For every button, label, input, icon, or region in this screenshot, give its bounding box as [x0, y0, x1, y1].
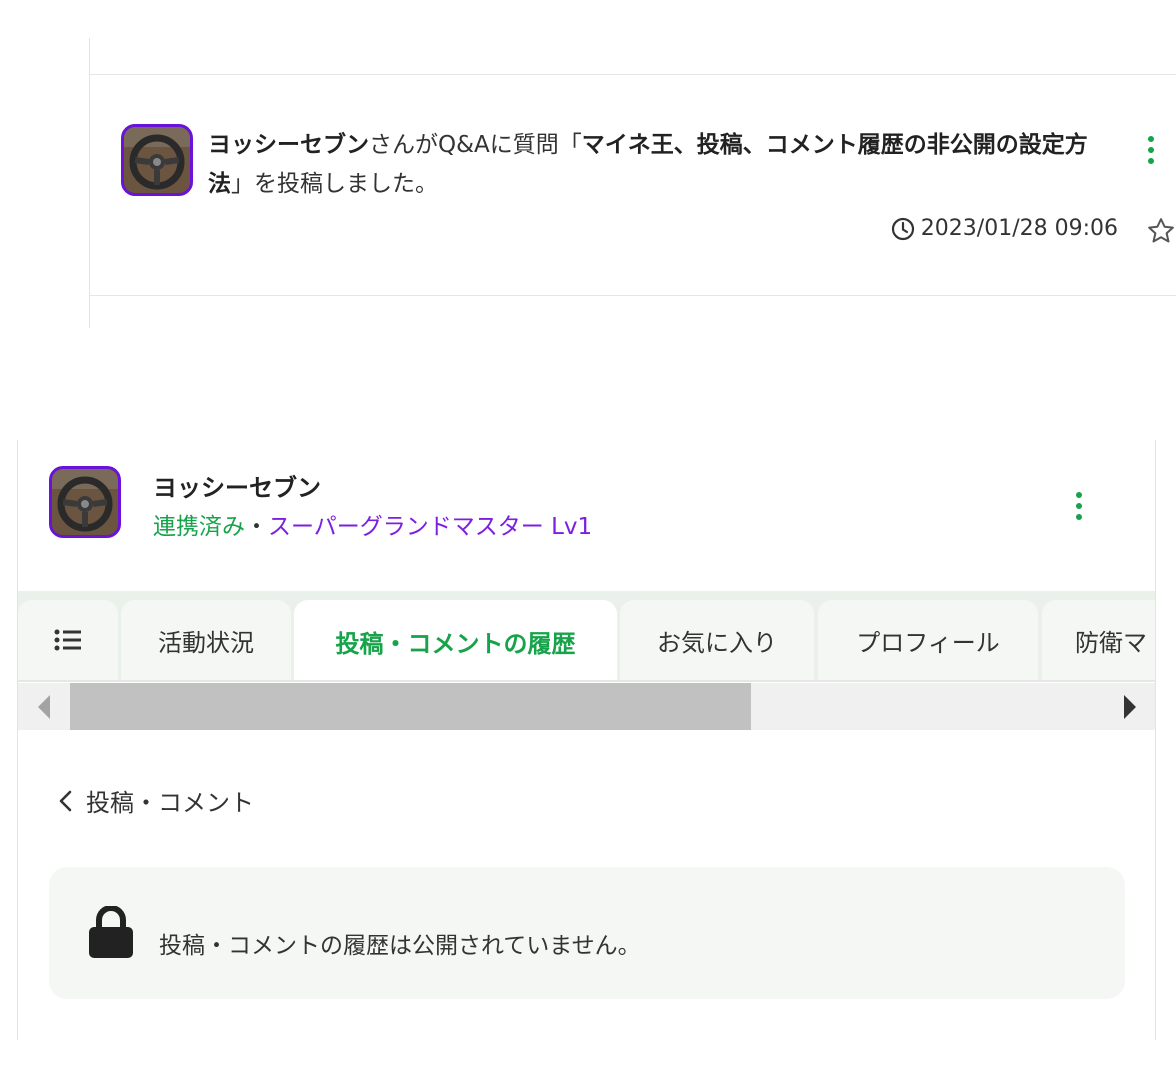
panel-left-border: [17, 440, 18, 1040]
private-notice-message: 投稿・コメントの履歴は公開されていません。: [159, 933, 641, 959]
profile-avatar: [49, 466, 121, 538]
card-bottom-divider: [90, 295, 1176, 296]
status-separator: ・: [245, 514, 268, 540]
activity-text-end: 」を投稿しました。: [231, 171, 438, 197]
clock-icon: [891, 217, 914, 240]
timestamp-text: 2023/01/28 09:06: [920, 216, 1118, 241]
tab-menu[interactable]: [18, 600, 118, 680]
activity-description: ヨッシーセブンさんがQ&Aに質問「マイネ王、投稿、コメント履歴の非公開の設定方法…: [208, 126, 1108, 204]
scroll-left-icon[interactable]: [36, 694, 52, 720]
profile-name: ヨッシーセブン: [153, 474, 321, 502]
panel-right-border: [1155, 440, 1156, 1040]
scroll-right-icon[interactable]: [1122, 694, 1138, 720]
activity-timestamp: 2023/01/28 09:06: [891, 216, 1118, 241]
linked-status: 連携済み: [153, 514, 245, 540]
star-icon[interactable]: [1146, 216, 1176, 246]
back-link[interactable]: 投稿・コメント: [58, 783, 254, 818]
rank-link[interactable]: スーパーグランドマスター Lv1: [268, 514, 592, 540]
scrollbar-thumb[interactable]: [70, 683, 751, 730]
tab-profile[interactable]: プロフィール: [818, 600, 1038, 680]
profile-more-icon[interactable]: [1075, 492, 1083, 520]
activity-user-avatar[interactable]: [121, 124, 193, 196]
back-link-label: 投稿・コメント: [86, 789, 254, 817]
tab-favorites[interactable]: お気に入り: [620, 600, 814, 680]
list-icon: [54, 629, 81, 651]
card-left-border: [89, 38, 90, 328]
tab-activity[interactable]: 活動状況: [121, 600, 291, 680]
activity-text-mid: さんがQ&Aに質問「: [369, 132, 582, 158]
card-top-divider: [90, 74, 1176, 75]
tab-post-history[interactable]: 投稿・コメントの履歴: [294, 600, 617, 682]
more-vertical-icon[interactable]: [1147, 136, 1155, 164]
activity-user-link[interactable]: ヨッシーセブン: [208, 132, 369, 158]
chevron-left-icon: [59, 790, 72, 811]
profile-status: 連携済み・スーパーグランドマスター Lv1: [153, 507, 592, 541]
tab-underline: [18, 680, 1155, 682]
lock-icon: [89, 906, 133, 958]
tab-defense[interactable]: 防衛マ: [1042, 600, 1155, 680]
